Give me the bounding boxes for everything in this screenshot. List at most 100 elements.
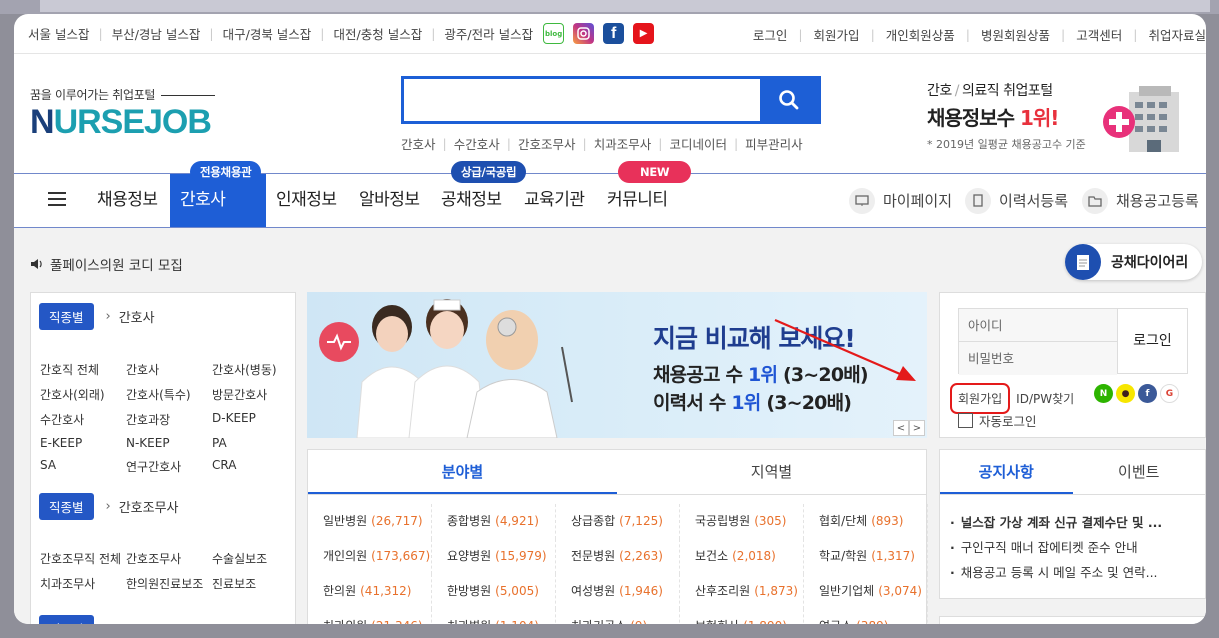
keyword-link[interactable]: 간호사 — [401, 134, 436, 153]
field-category-item[interactable]: 연구소(389) — [804, 609, 928, 624]
field-category-item[interactable]: 한방병원 (5,005) — [432, 574, 556, 609]
customer-center-link[interactable]: 고객센터 — [1076, 25, 1122, 44]
region-link-daegu[interactable]: 대구/경북 널스잡 — [223, 24, 312, 43]
category-by-job-button[interactable]: 직종별 — [39, 615, 94, 624]
field-category-item[interactable]: 치과기공소(9) — [556, 609, 680, 624]
field-category-item[interactable]: 상급종합 (7,125) — [556, 504, 680, 539]
category-item[interactable]: E-KEEP — [40, 436, 126, 450]
category-item[interactable]: 수간호사 — [40, 411, 126, 428]
category-item[interactable]: SA — [40, 458, 126, 475]
field-category-item[interactable]: 전문병원 (2,263) — [556, 539, 680, 574]
nav-item-jobs[interactable]: 채용정보 — [87, 174, 168, 227]
category-item[interactable]: 수술실보조 — [212, 550, 298, 567]
site-logo[interactable]: 꿈을 이루어가는 취업포털 NURSEJOB — [30, 86, 216, 141]
category-item[interactable]: N-KEEP — [126, 436, 212, 450]
facebook-login-icon[interactable]: f — [1138, 384, 1157, 403]
category-item[interactable]: 연구간호사 — [126, 458, 212, 475]
notice-item[interactable]: 널스잡 가상 계좌 신규 결제수단 및 ... — [950, 512, 1205, 537]
region-link-gwangju[interactable]: 광주/전라 널스잡 — [444, 24, 533, 43]
field-category-item[interactable]: 보건소 (2,018) — [680, 539, 804, 574]
category-item[interactable]: CRA — [212, 458, 298, 475]
resume-register-link[interactable]: 이력서등록 — [965, 174, 1068, 227]
category-item[interactable]: 간호과장 — [126, 411, 212, 428]
keyword-link[interactable]: 피부관리사 — [745, 134, 803, 153]
category-group-title: 간호사 — [118, 311, 155, 326]
search-button[interactable] — [760, 79, 818, 121]
job-resources-link[interactable]: 취업자료실 — [1148, 25, 1206, 44]
field-category-item[interactable]: 치과병원(1,104) — [432, 609, 556, 624]
category-item[interactable]: 간호사(특수) — [126, 386, 212, 403]
field-category-item[interactable]: 산후조리원 (1,873) — [680, 574, 804, 609]
field-category-item[interactable]: 요양병원 (15,979) — [432, 539, 556, 574]
category-item[interactable]: 진료보조 — [212, 575, 298, 592]
category-item[interactable]: 간호조무직 전체 — [40, 550, 126, 567]
field-category-item[interactable]: 일반병원 (26,717) — [308, 504, 432, 539]
kakao-login-icon[interactable]: ● — [1116, 384, 1135, 403]
personal-product-link[interactable]: 개인회원상품 — [886, 25, 955, 44]
field-category-item[interactable]: 학교/학원 (1,317) — [804, 539, 928, 574]
region-link-seoul[interactable]: 서울 널스잡 — [28, 24, 89, 43]
signup-button[interactable]: 회원가입 — [950, 383, 1011, 414]
tab-notice[interactable]: 공지사항 — [940, 450, 1073, 494]
youtube-icon[interactable]: ▶ — [633, 23, 655, 44]
facebook-icon[interactable]: f — [603, 23, 625, 44]
hospital-product-link[interactable]: 병원회원상품 — [981, 25, 1050, 44]
nav-item-parttime[interactable]: 알바정보 — [349, 174, 430, 227]
keyword-link[interactable]: 치과조무사 — [594, 134, 652, 153]
banner-next-button[interactable]: > — [909, 420, 925, 436]
signup-link[interactable]: 회원가입 — [814, 25, 860, 44]
login-button[interactable]: 로그인 — [1117, 308, 1188, 374]
category-item[interactable]: PA — [212, 436, 298, 450]
keyword-link[interactable]: 코디네이터 — [669, 134, 727, 153]
category-item[interactable]: 방문간호사 — [212, 386, 298, 403]
blog-icon[interactable]: blog — [543, 23, 565, 44]
region-link-busan[interactable]: 부산/경남 널스잡 — [112, 24, 201, 43]
login-link[interactable]: 로그인 — [753, 25, 788, 44]
tab-by-region[interactable]: 지역별 — [617, 450, 926, 494]
field-category-item[interactable]: 국공립병원 (305) — [680, 504, 804, 539]
nav-item-education[interactable]: 교육기관 — [514, 174, 595, 227]
category-item[interactable]: 간호사(외래) — [40, 386, 126, 403]
field-category-item[interactable]: 보험회사(1,890) — [680, 609, 804, 624]
field-category-item[interactable]: 치과의원(21,346) — [308, 609, 432, 624]
google-login-icon[interactable]: G — [1160, 384, 1179, 403]
hamburger-menu-icon[interactable] — [48, 192, 66, 208]
public-recruit-diary-button[interactable]: 공채다이어리 — [1065, 244, 1203, 280]
category-item[interactable]: 간호사(병동) — [212, 361, 298, 378]
field-category-item[interactable]: 종합병원 (4,921) — [432, 504, 556, 539]
field-category-item[interactable]: 일반기업체 (3,074) — [804, 574, 928, 609]
id-field[interactable]: 아이디 — [959, 309, 1117, 342]
category-by-job-button[interactable]: 직종별 — [39, 493, 94, 520]
tab-by-field[interactable]: 분야별 — [308, 450, 617, 494]
header-promo[interactable]: 간호 / 의료직 취업포털 채용정보수 1위! * 2019년 일평균 채용공고수 … — [927, 80, 1086, 152]
category-item[interactable]: 치과조무사 — [40, 575, 126, 592]
category-item[interactable]: 한의원진료보조 — [126, 575, 212, 592]
main-banner[interactable]: 지금 비교해 보세요! 채용공고 수 1위 (3~20배) 이력서 수 1위 (… — [307, 292, 927, 438]
category-by-job-button[interactable]: 직종별 — [39, 303, 94, 330]
auto-login-checkbox[interactable]: 자동로그인 — [958, 411, 1037, 430]
mypage-link[interactable]: 마이페이지 — [849, 174, 952, 227]
category-item[interactable]: 간호사 — [126, 361, 212, 378]
category-item[interactable]: D-KEEP — [212, 411, 298, 428]
instagram-icon[interactable] — [573, 23, 595, 44]
field-category-item[interactable]: 개인의원 (173,667) — [308, 539, 432, 574]
field-category-item[interactable]: 한의원 (41,312) — [308, 574, 432, 609]
keyword-link[interactable]: 수간호사 — [454, 134, 500, 153]
banner-prev-button[interactable]: < — [893, 420, 909, 436]
search-input[interactable] — [404, 79, 760, 121]
notice-item[interactable]: 채용공고 등록 시 메일 주소 및 연락... — [950, 562, 1205, 587]
field-category-item[interactable]: 협회/단체 (893) — [804, 504, 928, 539]
keyword-link[interactable]: 간호조무사 — [518, 134, 576, 153]
nav-item-talent[interactable]: 인재정보 — [266, 174, 347, 227]
job-post-register-link[interactable]: 채용공고등록 — [1082, 174, 1199, 227]
category-item[interactable]: 간호직 전체 — [40, 361, 126, 378]
category-item[interactable]: 간호조무사 — [126, 550, 212, 567]
notice-ticker[interactable]: 풀페이스의원 코디 모집 — [30, 254, 183, 274]
find-id-pw-link[interactable]: ID/PW찾기 — [1016, 390, 1074, 407]
naver-login-icon[interactable]: N — [1094, 384, 1113, 403]
password-field[interactable]: 비밀번호 — [959, 342, 1117, 375]
field-category-item[interactable]: 여성병원 (1,946) — [556, 574, 680, 609]
region-link-daejeon[interactable]: 대전/충청 널스잡 — [334, 24, 423, 43]
notice-item[interactable]: 구인구직 매너 잡에티켓 준수 안내 — [950, 537, 1205, 562]
tab-event[interactable]: 이벤트 — [1073, 450, 1206, 494]
